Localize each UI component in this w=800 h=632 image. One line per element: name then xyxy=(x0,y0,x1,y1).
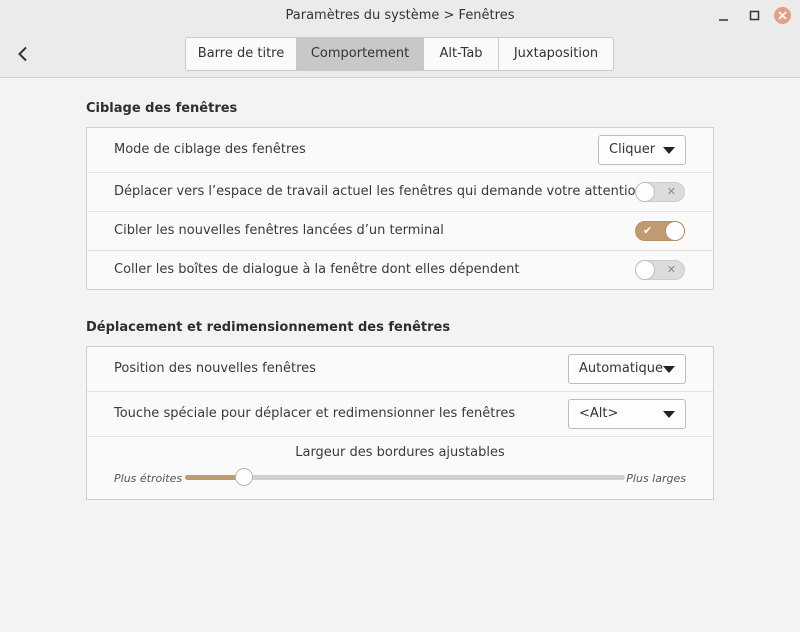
attention-switch[interactable]: ✕ xyxy=(635,182,685,202)
move-settings-panel: Position des nouvelles fenêtres Automati… xyxy=(86,346,714,500)
x-mark-icon: ✕ xyxy=(666,263,676,276)
slider-handle[interactable] xyxy=(235,468,254,486)
modifier-key-value: <Alt> xyxy=(579,406,619,421)
focus-section-title: Ciblage des fenêtres xyxy=(86,101,238,116)
modifier-key-label: Touche spéciale pour déplacer et redimen… xyxy=(114,406,516,421)
header-bar: Paramètres du système > Fenêtres Barre d… xyxy=(0,0,800,78)
caret-down-icon xyxy=(663,147,675,154)
tab-bar: Barre de titre Comportement Alt-Tab Juxt… xyxy=(185,37,614,71)
back-button[interactable] xyxy=(12,43,34,65)
x-mark-icon: ✕ xyxy=(666,185,676,198)
close-icon xyxy=(778,11,787,20)
switch-knob xyxy=(635,260,655,280)
new-window-position-label: Position des nouvelles fenêtres xyxy=(114,361,316,376)
border-width-title: Largeur des bordures ajustables xyxy=(295,445,505,460)
tab-tiling[interactable]: Juxtaposition xyxy=(499,38,613,70)
attention-label: Déplacer vers l’espace de travail actuel… xyxy=(114,184,644,199)
slider-max-label: Plus larges xyxy=(626,472,686,485)
border-width-row: Largeur des bordures ajustables Plus étr… xyxy=(87,437,713,499)
terminal-focus-switch[interactable]: ✔ xyxy=(635,221,685,241)
focus-mode-value: Cliquer xyxy=(609,142,656,157)
attach-dialogs-switch[interactable]: ✕ xyxy=(635,260,685,280)
minimize-button[interactable] xyxy=(715,7,733,25)
attach-dialogs-row: Coller les boîtes de dialogue à la fenêt… xyxy=(87,251,713,289)
move-section-title: Déplacement et redimensionnement des fen… xyxy=(86,320,451,335)
tab-titlebar[interactable]: Barre de titre xyxy=(186,38,297,70)
close-button[interactable] xyxy=(774,7,791,24)
switch-knob xyxy=(635,182,655,202)
switch-knob xyxy=(665,221,685,241)
slider-min-label: Plus étroites xyxy=(114,472,183,485)
terminal-focus-row: Cibler les nouvelles fenêtres lancées d’… xyxy=(87,212,713,251)
focus-settings-panel: Mode de ciblage des fenêtres Cliquer Dép… xyxy=(86,127,714,290)
new-window-position-dropdown[interactable]: Automatique xyxy=(568,354,686,384)
chevron-left-icon xyxy=(18,46,27,62)
border-width-slider[interactable] xyxy=(185,468,625,486)
minimize-icon xyxy=(719,19,728,21)
tab-alt-tab[interactable]: Alt-Tab xyxy=(424,38,499,70)
caret-down-icon xyxy=(663,366,675,373)
new-window-position-value: Automatique xyxy=(579,361,664,376)
terminal-focus-label: Cibler les nouvelles fenêtres lancées d’… xyxy=(114,223,444,238)
maximize-button[interactable] xyxy=(746,7,764,25)
checkmark-icon: ✔ xyxy=(643,224,653,237)
focus-mode-dropdown[interactable]: Cliquer xyxy=(598,135,686,165)
tab-behavior[interactable]: Comportement xyxy=(297,38,424,70)
new-window-position-row: Position des nouvelles fenêtres Automati… xyxy=(87,347,713,392)
caret-down-icon xyxy=(663,411,675,418)
modifier-key-dropdown[interactable]: <Alt> xyxy=(568,399,686,429)
modifier-key-row: Touche spéciale pour déplacer et redimen… xyxy=(87,392,713,437)
maximize-icon xyxy=(749,10,760,21)
window-title: Paramètres du système > Fenêtres xyxy=(285,8,515,23)
attach-dialogs-label: Coller les boîtes de dialogue à la fenêt… xyxy=(114,262,520,277)
focus-mode-row: Mode de ciblage des fenêtres Cliquer xyxy=(87,128,713,173)
attention-row: Déplacer vers l’espace de travail actuel… xyxy=(87,173,713,212)
focus-mode-label: Mode de ciblage des fenêtres xyxy=(114,142,306,157)
